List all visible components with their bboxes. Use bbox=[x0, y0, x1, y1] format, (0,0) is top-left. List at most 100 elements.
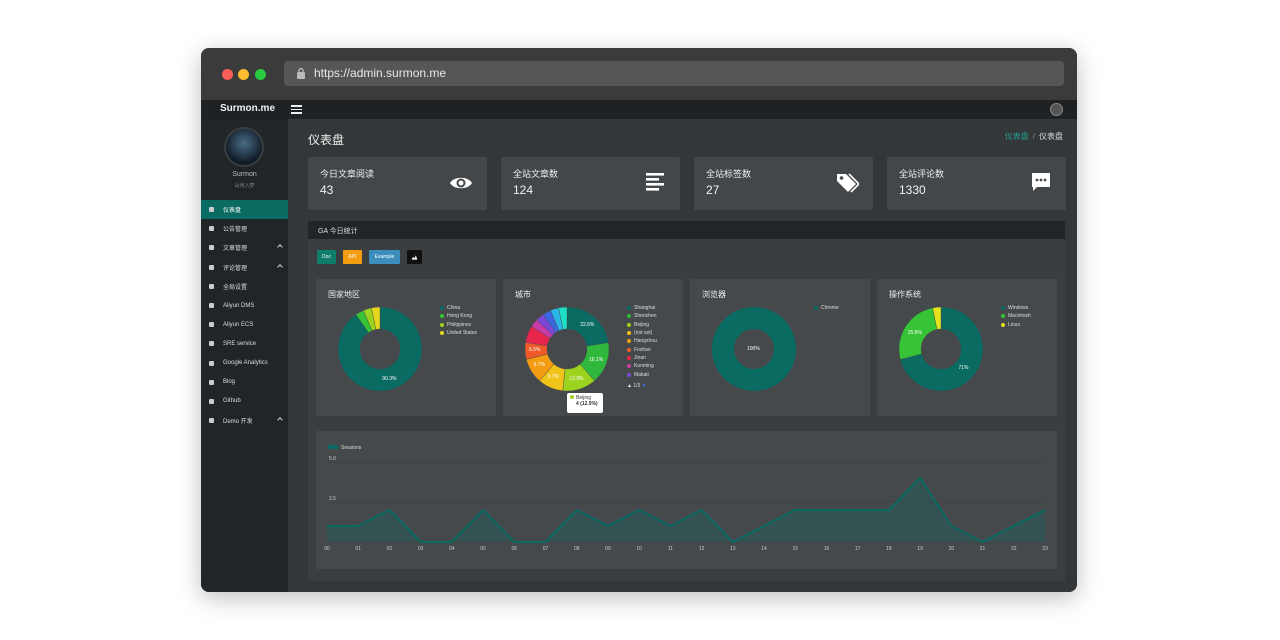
x-tick-label: 16 bbox=[824, 546, 830, 552]
legend-item[interactable]: Macintosh bbox=[1001, 312, 1031, 320]
avatar[interactable] bbox=[224, 127, 264, 167]
close-window-button[interactable] bbox=[222, 69, 233, 80]
os-pie-panel: 操作系统 71% 25.8% Windows Macintosh Linux bbox=[877, 279, 1057, 416]
minimize-window-button[interactable] bbox=[238, 69, 249, 80]
legend-item[interactable]: Jinan bbox=[627, 354, 657, 362]
legend-label: (not set) bbox=[634, 330, 653, 337]
legend-item[interactable]: Beijing bbox=[627, 321, 657, 329]
cloud-icon bbox=[209, 322, 214, 328]
sidebar-item-label: Demo 开发 bbox=[223, 419, 253, 426]
pie-label: 9.7% bbox=[533, 362, 546, 369]
x-tick-label: 13 bbox=[730, 546, 736, 552]
x-tick-label: 15 bbox=[792, 546, 798, 552]
x-tick-label: 11 bbox=[668, 546, 673, 552]
legend-label: Makati bbox=[634, 371, 649, 378]
menu-toggle-icon[interactable] bbox=[291, 105, 302, 114]
home-icon bbox=[209, 207, 214, 213]
sidebar-item-7[interactable]: SRE service bbox=[201, 334, 288, 353]
sidebar-item-11[interactable]: Demo 开发 bbox=[201, 411, 288, 430]
legend-swatch bbox=[1001, 306, 1005, 311]
sidebar-item-2[interactable]: 文章管理 bbox=[201, 238, 288, 257]
legend-swatch bbox=[1001, 322, 1005, 327]
legend-swatch bbox=[440, 306, 444, 311]
chart-legend: Chrome bbox=[814, 304, 839, 312]
browser-window: https://admin.surmon.me Surmon.me Surmon… bbox=[201, 48, 1077, 592]
stat-card-comments[interactable]: 全站评论数 1330 bbox=[887, 157, 1066, 210]
legend-item[interactable]: Hangzhou bbox=[627, 337, 657, 345]
arrow-down-icon[interactable]: ▼ bbox=[642, 383, 647, 389]
stat-card-today-reads[interactable]: 今日文章阅读 43 bbox=[308, 157, 487, 210]
chevron-up-icon bbox=[277, 263, 283, 270]
legend-label: Hangzhou bbox=[634, 338, 657, 345]
pie-chart bbox=[898, 306, 984, 392]
stat-card-articles[interactable]: 全站文章数 124 bbox=[501, 157, 680, 210]
arrow-up-icon[interactable]: ▲ bbox=[627, 383, 632, 389]
sidebar-item-9[interactable]: Blog bbox=[201, 373, 288, 392]
example-button[interactable]: Example bbox=[369, 250, 400, 264]
legend-pager[interactable]: ▲ 1/3 ▼ bbox=[627, 383, 647, 389]
sidebar-item-1[interactable]: 公告管理 bbox=[201, 219, 288, 238]
chart-legend: China Hong Kong Philippines United States bbox=[440, 304, 477, 337]
legend-swatch bbox=[627, 355, 631, 360]
legend-item[interactable]: Windows bbox=[1001, 304, 1031, 312]
legend-label: Foshan bbox=[634, 346, 651, 353]
pie-label: 100% bbox=[747, 346, 760, 352]
sidebar-item-6[interactable]: Aliyun ECS bbox=[201, 315, 288, 334]
doc-button[interactable]: Doc bbox=[317, 250, 336, 264]
legend-item[interactable]: Foshan bbox=[627, 345, 657, 353]
maximize-window-button[interactable] bbox=[255, 69, 266, 80]
legend-label: China bbox=[447, 305, 461, 312]
user-avatar-small[interactable] bbox=[1050, 103, 1063, 116]
chart-title: 城市 bbox=[515, 290, 531, 299]
book-icon bbox=[209, 245, 214, 251]
legend-item[interactable]: China bbox=[440, 304, 477, 312]
github-button[interactable] bbox=[407, 250, 422, 264]
chart-legend: Shanghai Shenzhen Beijing (not set) Hangzhou… bbox=[627, 304, 657, 379]
sidebar-item-label: Github bbox=[223, 398, 241, 405]
legend-item[interactable]: Philippines bbox=[440, 321, 477, 329]
legend-item[interactable]: Kunming bbox=[627, 362, 657, 370]
eye-icon bbox=[450, 177, 472, 189]
sidebar-item-3[interactable]: 评论管理 bbox=[201, 258, 288, 277]
sidebar-item-4[interactable]: 全局设置 bbox=[201, 277, 288, 296]
legend-swatch bbox=[814, 306, 818, 311]
legend-label: Linux bbox=[1008, 321, 1020, 328]
sidebar-item-5[interactable]: Aliyun DMS bbox=[201, 296, 288, 315]
legend-label: Windows bbox=[1008, 305, 1029, 312]
legend-item[interactable]: Hong Kong bbox=[440, 312, 477, 320]
legend-swatch bbox=[440, 322, 444, 327]
legend-item[interactable]: Shanghai bbox=[627, 304, 657, 312]
address-bar[interactable]: https://admin.surmon.me bbox=[284, 61, 1064, 86]
legend-swatch bbox=[627, 306, 631, 311]
browser-pie-panel: 浏览器 100% Chrome bbox=[690, 279, 870, 416]
x-tick-label: 20 bbox=[949, 546, 955, 552]
x-tick-label: 10 bbox=[636, 546, 642, 552]
brand-logo[interactable]: Surmon.me bbox=[220, 103, 275, 114]
sidebar-item-10[interactable]: Github bbox=[201, 392, 288, 411]
legend-item[interactable]: United States bbox=[440, 329, 477, 337]
stat-card-tags[interactable]: 全站标签数 27 bbox=[694, 157, 873, 210]
breadcrumb-home-link[interactable]: 仪表盘 bbox=[1005, 132, 1029, 141]
legend-item[interactable]: Shenzhen bbox=[627, 312, 657, 320]
lock-icon bbox=[297, 67, 305, 79]
stat-label: 全站评论数 bbox=[899, 169, 945, 179]
ga-title: GA 今日统计 bbox=[318, 228, 358, 235]
pie-label: 22.6% bbox=[580, 322, 595, 329]
api-button[interactable]: API bbox=[343, 250, 362, 264]
stat-value: 43 bbox=[320, 183, 334, 197]
legend-label[interactable]: Sessions bbox=[341, 445, 362, 451]
sidebar-item-label: Aliyun DMS bbox=[223, 302, 255, 309]
legend-label: Beijing bbox=[634, 321, 650, 328]
x-tick-label: 21 bbox=[980, 546, 986, 552]
pie-label: 6.5% bbox=[529, 347, 541, 354]
x-tick-label: 18 bbox=[886, 546, 892, 552]
legend-item[interactable]: Chrome bbox=[814, 304, 839, 312]
x-tick-label: 04 bbox=[449, 546, 455, 552]
sessions-chart-panel: Sessions 5.0 2.5 00 01 02 03 04 05 06 07 08 09 10 11 12… bbox=[316, 431, 1057, 569]
legend-item[interactable]: Linux bbox=[1001, 321, 1031, 329]
legend-item[interactable]: (not set) bbox=[627, 329, 657, 337]
x-tick-label: 07 bbox=[543, 546, 549, 552]
sidebar-item-0[interactable]: 仪表盘 bbox=[201, 200, 288, 220]
sidebar-item-8[interactable]: Google Analytics bbox=[201, 354, 288, 373]
legend-item[interactable]: Makati bbox=[627, 370, 657, 378]
